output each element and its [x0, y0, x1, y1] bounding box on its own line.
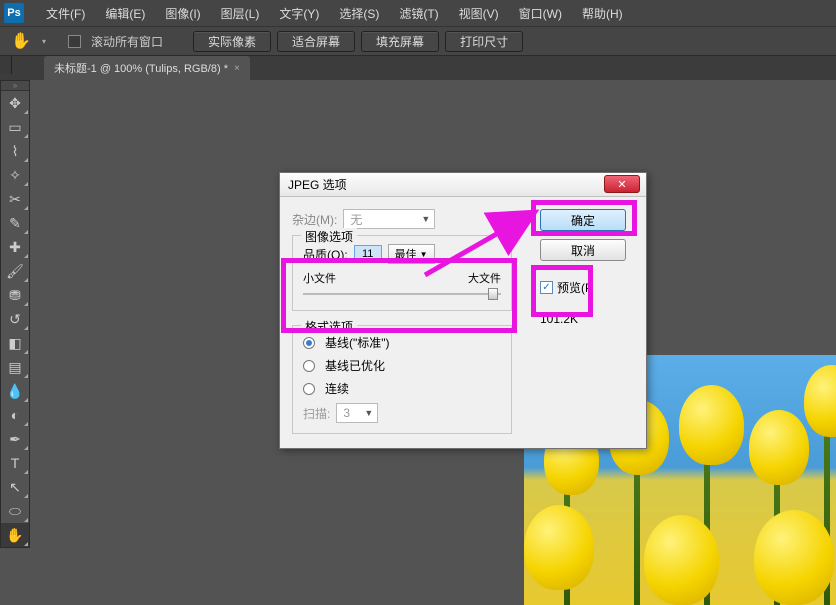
matte-select[interactable]: 无 ▼ [343, 209, 435, 229]
dodge-tool[interactable]: ◐ [1, 403, 29, 427]
baseline-opt-radio[interactable] [303, 360, 315, 372]
print-size-button[interactable]: 打印尺寸 [445, 31, 523, 52]
chevron-down-icon: ▼ [420, 250, 428, 259]
matte-label: 杂边(M): [292, 211, 337, 228]
small-file-label: 小文件 [303, 270, 336, 286]
chevron-down-icon: ▼ [421, 214, 430, 224]
magic-wand-tool[interactable]: ✧ [1, 163, 29, 187]
type-tool[interactable]: T [1, 451, 29, 475]
stamp-tool[interactable]: ⛃ [1, 283, 29, 307]
menu-image[interactable]: 图像(I) [155, 5, 210, 22]
menu-select[interactable]: 选择(S) [329, 5, 389, 22]
document-tab-title: 未标题-1 @ 100% (Tulips, RGB/8) * [54, 60, 228, 76]
progressive-radio-row[interactable]: 连续 [303, 380, 501, 397]
ps-logo-icon: Ps [4, 3, 24, 23]
scans-label: 扫描: [303, 405, 330, 422]
scans-value: 3 [343, 406, 350, 420]
preview-label: 预览(P [557, 279, 593, 296]
format-options-group: 格式选项 基线("标准") 基线已优化 连续 扫描: 3 ▼ [292, 325, 512, 434]
close-tab-icon[interactable]: × [234, 63, 240, 74]
dialog-titlebar[interactable]: JPEG 选项 ✕ [280, 173, 646, 197]
path-select-tool[interactable]: ↖ [1, 475, 29, 499]
matte-value: 无 [350, 211, 362, 228]
cancel-button[interactable]: 取消 [540, 239, 626, 261]
quality-label: 品质(Q): [303, 246, 348, 263]
dialog-title: JPEG 选项 [288, 176, 347, 193]
scroll-all-label: 滚动所有窗口 [91, 33, 163, 50]
menu-bar: Ps 文件(F) 编辑(E) 图像(I) 图层(L) 文字(Y) 选择(S) 滤… [0, 0, 836, 26]
preview-checkbox[interactable]: ✓ [540, 281, 553, 294]
image-options-legend: 图像选项 [301, 228, 357, 245]
baseline-radio[interactable] [303, 337, 315, 349]
left-strip [0, 56, 12, 74]
tool-preset-dropdown-icon[interactable]: ▾ [42, 33, 50, 49]
menu-layer[interactable]: 图层(L) [211, 5, 270, 22]
file-size-text: 101.2K [540, 312, 634, 326]
actual-pixels-button[interactable]: 实际像素 [193, 31, 271, 52]
progressive-radio[interactable] [303, 383, 315, 395]
menu-type[interactable]: 文字(Y) [269, 5, 329, 22]
quality-input[interactable] [354, 245, 382, 263]
marquee-tool[interactable]: ▭ [1, 115, 29, 139]
lasso-tool[interactable]: ⌇ [1, 139, 29, 163]
document-tab-bar: 未标题-1 @ 100% (Tulips, RGB/8) * × [0, 56, 836, 80]
menu-filter[interactable]: 滤镜(T) [389, 5, 448, 22]
quality-slider[interactable] [303, 288, 501, 300]
hand-tool[interactable]: ✋ [1, 523, 29, 547]
image-options-group: 图像选项 品质(Q): 最佳 ▼ 小文件 大文件 [292, 235, 512, 311]
quality-preset-select[interactable]: 最佳 ▼ [388, 244, 435, 264]
options-bar: ✋ ▾ 滚动所有窗口 实际像素 适合屏幕 填充屏幕 打印尺寸 [0, 26, 836, 56]
chevron-down-icon: ▼ [364, 408, 373, 418]
eraser-tool[interactable]: ◧ [1, 331, 29, 355]
menu-view[interactable]: 视图(V) [449, 5, 509, 22]
menu-edit[interactable]: 编辑(E) [95, 5, 155, 22]
baseline-opt-radio-row[interactable]: 基线已优化 [303, 357, 501, 374]
document-tab[interactable]: 未标题-1 @ 100% (Tulips, RGB/8) * × [44, 56, 250, 80]
large-file-label: 大文件 [468, 270, 501, 286]
tools-grip-icon[interactable]: » [1, 81, 29, 91]
scans-select: 3 ▼ [336, 403, 378, 423]
ok-button[interactable]: 确定 [540, 209, 626, 231]
fit-screen-button[interactable]: 适合屏幕 [277, 31, 355, 52]
move-tool[interactable]: ✥ [1, 91, 29, 115]
history-brush-tool[interactable]: ↺ [1, 307, 29, 331]
fill-screen-button[interactable]: 填充屏幕 [361, 31, 439, 52]
eyedropper-tool[interactable]: ✎ [1, 211, 29, 235]
scroll-all-checkbox[interactable] [68, 35, 81, 48]
baseline-radio-row[interactable]: 基线("标准") [303, 334, 501, 351]
tools-panel: » ✥ ▭ ⌇ ✧ ✂ ✎ ✚ 🖌 ⛃ ↺ ◧ ▤ 💧 ◐ ✒ T ↖ ⬭ ✋ [0, 80, 30, 548]
healing-tool[interactable]: ✚ [1, 235, 29, 259]
quality-preset-value: 最佳 [395, 246, 417, 262]
gradient-tool[interactable]: ▤ [1, 355, 29, 379]
progressive-label: 连续 [325, 380, 349, 397]
crop-tool[interactable]: ✂ [1, 187, 29, 211]
menu-help[interactable]: 帮助(H) [572, 5, 633, 22]
baseline-opt-label: 基线已优化 [325, 357, 385, 374]
blur-tool[interactable]: 💧 [1, 379, 29, 403]
pen-tool[interactable]: ✒ [1, 427, 29, 451]
hand-tool-icon[interactable]: ✋ [10, 30, 32, 52]
jpeg-options-dialog: JPEG 选项 ✕ 杂边(M): 无 ▼ 图像选项 品质(Q): 最佳 ▼ 小文… [279, 172, 647, 449]
menu-window[interactable]: 窗口(W) [509, 5, 572, 22]
shape-tool[interactable]: ⬭ [1, 499, 29, 523]
menu-file[interactable]: 文件(F) [36, 5, 95, 22]
dialog-close-button[interactable]: ✕ [604, 175, 640, 193]
brush-tool[interactable]: 🖌 [1, 259, 29, 283]
format-options-legend: 格式选项 [301, 318, 357, 335]
baseline-label: 基线("标准") [325, 334, 390, 351]
slider-thumb[interactable] [488, 288, 498, 300]
